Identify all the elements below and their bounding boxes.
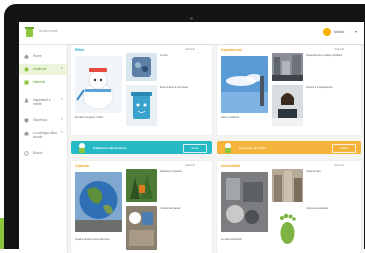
trash-pile-image bbox=[126, 206, 157, 250]
thumb-inquinamento-1[interactable] bbox=[221, 56, 268, 113]
section-sostenibilita: Sostenibilità Vedi tutti Le città sosten… bbox=[217, 161, 361, 253]
sidebar-item-label: Home bbox=[33, 54, 42, 58]
sidebar-item-label: Sicurezza bbox=[33, 118, 47, 122]
recycle-icon bbox=[24, 151, 29, 156]
section-inquinamento: Inquinamento Vedi tutti Aria e ambiente bbox=[217, 45, 361, 135]
banner-riciclo[interactable]: Concorso al riciclo Scopri bbox=[217, 141, 361, 154]
home-icon bbox=[24, 54, 29, 59]
thumb-pianeta-1[interactable] bbox=[75, 172, 122, 232]
sidebar-item-label: Lo sviluppo della scuola bbox=[33, 131, 57, 139]
app-title: Scuola verde bbox=[39, 29, 58, 33]
city-buildings-image bbox=[272, 169, 303, 202]
top-bar: Scuola verde Mondo ▾ bbox=[19, 22, 364, 45]
thumb-sostenibilita-3[interactable] bbox=[272, 206, 303, 250]
card-caption[interactable]: Cose da fare bbox=[306, 170, 356, 173]
street-waste-image bbox=[221, 172, 268, 232]
user-name[interactable]: Mondo bbox=[334, 30, 344, 34]
leaf-icon bbox=[24, 67, 29, 72]
section-title: Il pianeta bbox=[75, 164, 89, 168]
banner-button[interactable]: Scopri bbox=[332, 144, 356, 153]
chevron-down-icon[interactable]: ▾ bbox=[355, 29, 357, 34]
camera-dot bbox=[190, 17, 193, 20]
view-all-link[interactable]: Vedi tutti bbox=[185, 164, 195, 167]
card-caption[interactable]: Il vetro bbox=[160, 54, 206, 57]
banner-label: Traduzioni del territorio bbox=[93, 145, 127, 150]
sidebar-item-materiali[interactable]: Materiali bbox=[19, 77, 67, 88]
thumb-pianeta-3[interactable] bbox=[126, 206, 157, 250]
mascot-icon bbox=[225, 143, 231, 153]
card-caption[interactable]: Le città sostenibili bbox=[221, 238, 271, 241]
banner-button[interactable]: Scopri bbox=[183, 144, 207, 153]
section-title: Inquinamento bbox=[221, 48, 242, 52]
card-caption[interactable]: Aria e ambiente bbox=[221, 116, 267, 119]
user-avatar-icon[interactable] bbox=[323, 28, 331, 36]
chevron-down-icon: ▾ bbox=[61, 130, 63, 134]
chevron-down-icon: ▾ bbox=[61, 66, 63, 70]
card-caption[interactable]: Uomini e inquinamento bbox=[306, 86, 356, 89]
section-title: Sostenibilità bbox=[221, 164, 240, 168]
sidebar-item-home[interactable]: Home bbox=[19, 51, 67, 62]
card-caption[interactable]: Inquinamento e salute pubblica bbox=[306, 54, 356, 57]
card-caption[interactable]: Il ruolo dei pianeti bbox=[160, 207, 208, 210]
thumb-rifiuti-1[interactable] bbox=[75, 56, 122, 113]
app-screen: Scuola verde Mondo ▾ Home Ambiente ▾ Mat… bbox=[19, 22, 364, 253]
card-caption[interactable]: Impronta ecologica bbox=[306, 207, 356, 210]
thumb-sostenibilita-1[interactable] bbox=[221, 172, 268, 232]
sidebar-item-label: Riciclo bbox=[33, 151, 43, 155]
chevron-down-icon: ▾ bbox=[61, 97, 63, 101]
forest-image bbox=[126, 169, 157, 202]
banner-label: Concorso al riciclo bbox=[239, 145, 267, 150]
view-all-link[interactable]: Vedi tutti bbox=[185, 48, 195, 51]
school-icon bbox=[24, 131, 29, 136]
box-icon bbox=[24, 80, 29, 85]
thumb-inquinamento-2[interactable] bbox=[272, 53, 303, 81]
sidebar-item-sicurezza[interactable]: Sicurezza ▾ bbox=[19, 115, 67, 126]
recycle-bin-mascot-image bbox=[126, 85, 157, 126]
thumb-pianeta-2[interactable] bbox=[126, 169, 157, 202]
section-pianeta: Il pianeta Vedi tutti Quali emissioni so… bbox=[71, 161, 212, 253]
smoke-sky-image bbox=[221, 56, 268, 113]
sidebar-item-sviluppo[interactable]: Lo sviluppo della scuola ▾ bbox=[19, 128, 67, 142]
thumb-rifiuti-3[interactable] bbox=[126, 85, 157, 126]
main-content: Rifiuti Vedi tutti Da dove vengono i rif… bbox=[71, 45, 361, 253]
chevron-down-icon: ▾ bbox=[61, 117, 63, 121]
card-caption[interactable]: Dove finisce il mio rifiuto bbox=[160, 86, 206, 89]
sidebar-item-riciclo[interactable]: Riciclo bbox=[19, 148, 67, 159]
thumb-sostenibilita-2[interactable] bbox=[272, 169, 303, 202]
sidebar-item-ambiente[interactable]: Ambiente ▾ bbox=[19, 64, 67, 75]
sidebar-item-label: Materiali bbox=[33, 80, 46, 84]
shield-icon bbox=[24, 118, 29, 123]
recycle-logo-icon[interactable] bbox=[25, 26, 34, 38]
thumb-rifiuti-2[interactable] bbox=[126, 53, 157, 81]
mascot-icon bbox=[79, 143, 85, 153]
view-all-link[interactable]: Vedi tutti bbox=[334, 164, 344, 167]
woman-portrait-image bbox=[272, 85, 303, 126]
section-rifiuti: Rifiuti Vedi tutti Da dove vengono i rif… bbox=[71, 45, 212, 135]
sidebar: Home Ambiente ▾ Materiali Ingredienti e … bbox=[19, 45, 68, 253]
section-title: Rifiuti bbox=[75, 48, 85, 52]
glass-bottles-image bbox=[126, 53, 157, 81]
sidebar-item-label: Ambiente bbox=[33, 67, 47, 71]
cartoon-mascot-image bbox=[75, 56, 122, 113]
card-caption[interactable]: Salviamo il pianeta bbox=[160, 170, 208, 173]
thumb-inquinamento-3[interactable] bbox=[272, 85, 303, 126]
sidebar-item-ricette[interactable]: Ingredienti e ricette ▾ bbox=[19, 95, 67, 109]
card-caption[interactable]: Da dove vengono i rifiuti bbox=[75, 116, 121, 119]
city-traffic-image bbox=[272, 53, 303, 81]
sidebar-item-label: Ingredienti e ricette bbox=[33, 98, 51, 106]
banner-traduzioni[interactable]: Traduzioni del territorio Scopri bbox=[71, 141, 212, 154]
view-all-link[interactable]: Vedi tutti bbox=[334, 48, 344, 51]
green-footprint-image bbox=[272, 206, 303, 250]
earth-globe-image bbox=[75, 172, 122, 232]
flask-icon bbox=[24, 98, 29, 103]
